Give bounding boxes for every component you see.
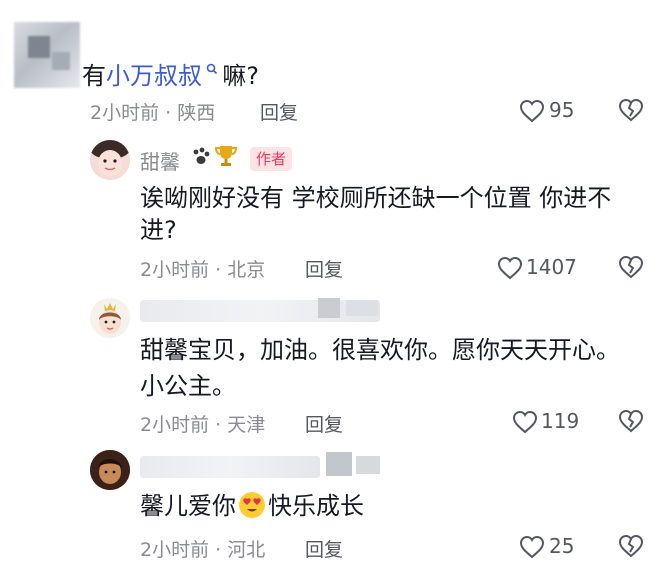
paw-print-icon bbox=[190, 146, 212, 172]
like-button[interactable] bbox=[497, 256, 523, 284]
mention-link[interactable]: 小万叔叔 bbox=[106, 62, 202, 90]
meta-separator: · bbox=[165, 102, 172, 124]
commenter-avatar[interactable] bbox=[90, 450, 130, 490]
author-badge: 作者 bbox=[250, 147, 293, 171]
like-count: 119 bbox=[541, 409, 580, 433]
dislike-button[interactable] bbox=[618, 533, 644, 563]
search-icon[interactable] bbox=[202, 63, 222, 79]
blurred-badge bbox=[356, 456, 380, 474]
avatar-dark-icon bbox=[90, 450, 130, 490]
avatar-princess-icon bbox=[90, 298, 130, 338]
blurred-badge bbox=[346, 300, 378, 316]
comment-time: 2小时前 bbox=[140, 259, 210, 281]
heart-icon bbox=[519, 99, 545, 123]
blurred-badge bbox=[318, 298, 340, 318]
commenter-avatar[interactable] bbox=[90, 298, 130, 338]
reply-button[interactable]: 回复 bbox=[305, 255, 343, 282]
reply-button[interactable]: 回复 bbox=[260, 98, 298, 125]
comment-location: 北京 bbox=[227, 259, 266, 281]
like-button[interactable] bbox=[519, 99, 545, 127]
comment-text-suffix: 嘛? bbox=[222, 62, 260, 90]
comment-location: 河北 bbox=[227, 539, 266, 561]
trophy-icon bbox=[214, 143, 238, 173]
comment-text-prefix: 馨儿爱你 bbox=[140, 492, 236, 520]
broken-heart-icon bbox=[618, 409, 644, 433]
comment-text-line1: 诶呦刚好没有 学校厕所还缺一个位置 你进不 bbox=[140, 184, 612, 212]
dislike-button[interactable] bbox=[618, 254, 644, 284]
dislike-button[interactable] bbox=[618, 408, 644, 438]
comment-time: 2小时前 bbox=[140, 414, 210, 436]
like-count: 1407 bbox=[526, 255, 577, 279]
like-count: 95 bbox=[549, 98, 575, 122]
blurred-username[interactable] bbox=[140, 456, 320, 478]
comment-time: 2小时前 bbox=[140, 539, 210, 561]
reply-button[interactable]: 回复 bbox=[305, 410, 343, 437]
like-count: 25 bbox=[549, 534, 575, 558]
comment-text: 有小万叔叔 嘛? bbox=[82, 54, 259, 94]
comment-location: 天津 bbox=[227, 414, 266, 436]
comment-text-line1: 甜馨宝贝，加油。很喜欢你。愿你天天开心。 bbox=[140, 336, 620, 364]
comment-time: 2小时前 bbox=[90, 102, 160, 124]
comment-meta: 2小时前 · 河北 bbox=[140, 535, 265, 562]
reply-button[interactable]: 回复 bbox=[305, 535, 343, 562]
comment-text-line2: 进? bbox=[140, 216, 177, 244]
blurred-username[interactable] bbox=[140, 300, 380, 322]
comment-meta: 2小时前 · 天津 bbox=[140, 410, 265, 437]
comment-text-suffix: 快乐成长 bbox=[268, 492, 364, 520]
heart-eyes-emoji-icon bbox=[238, 491, 266, 519]
broken-heart-icon bbox=[618, 534, 644, 558]
comment-meta: 2小时前 · 北京 bbox=[140, 255, 265, 282]
broken-heart-icon bbox=[618, 255, 644, 279]
comment-location: 陕西 bbox=[177, 102, 216, 124]
heart-icon bbox=[512, 410, 538, 434]
comment-text-line2: 小公主。 bbox=[140, 372, 236, 400]
heart-icon bbox=[497, 256, 523, 280]
author-avatar[interactable] bbox=[90, 140, 130, 180]
meta-separator: · bbox=[215, 414, 222, 436]
blurred-badge bbox=[326, 452, 352, 476]
heart-icon bbox=[519, 535, 545, 559]
blurred-avatar[interactable] bbox=[14, 22, 80, 88]
comment-meta: 2小时前 · 陕西 bbox=[90, 98, 215, 125]
comment-text: 馨儿爱你 快乐成长 bbox=[140, 488, 364, 524]
meta-separator: · bbox=[215, 539, 222, 561]
like-button[interactable] bbox=[519, 535, 545, 563]
author-name[interactable]: 甜馨 bbox=[140, 146, 180, 175]
dislike-button[interactable] bbox=[618, 97, 644, 127]
like-button[interactable] bbox=[512, 410, 538, 438]
meta-separator: · bbox=[215, 259, 222, 281]
comment-text-prefix: 有 bbox=[82, 62, 106, 90]
avatar-face-icon bbox=[90, 140, 130, 180]
broken-heart-icon bbox=[618, 98, 644, 122]
